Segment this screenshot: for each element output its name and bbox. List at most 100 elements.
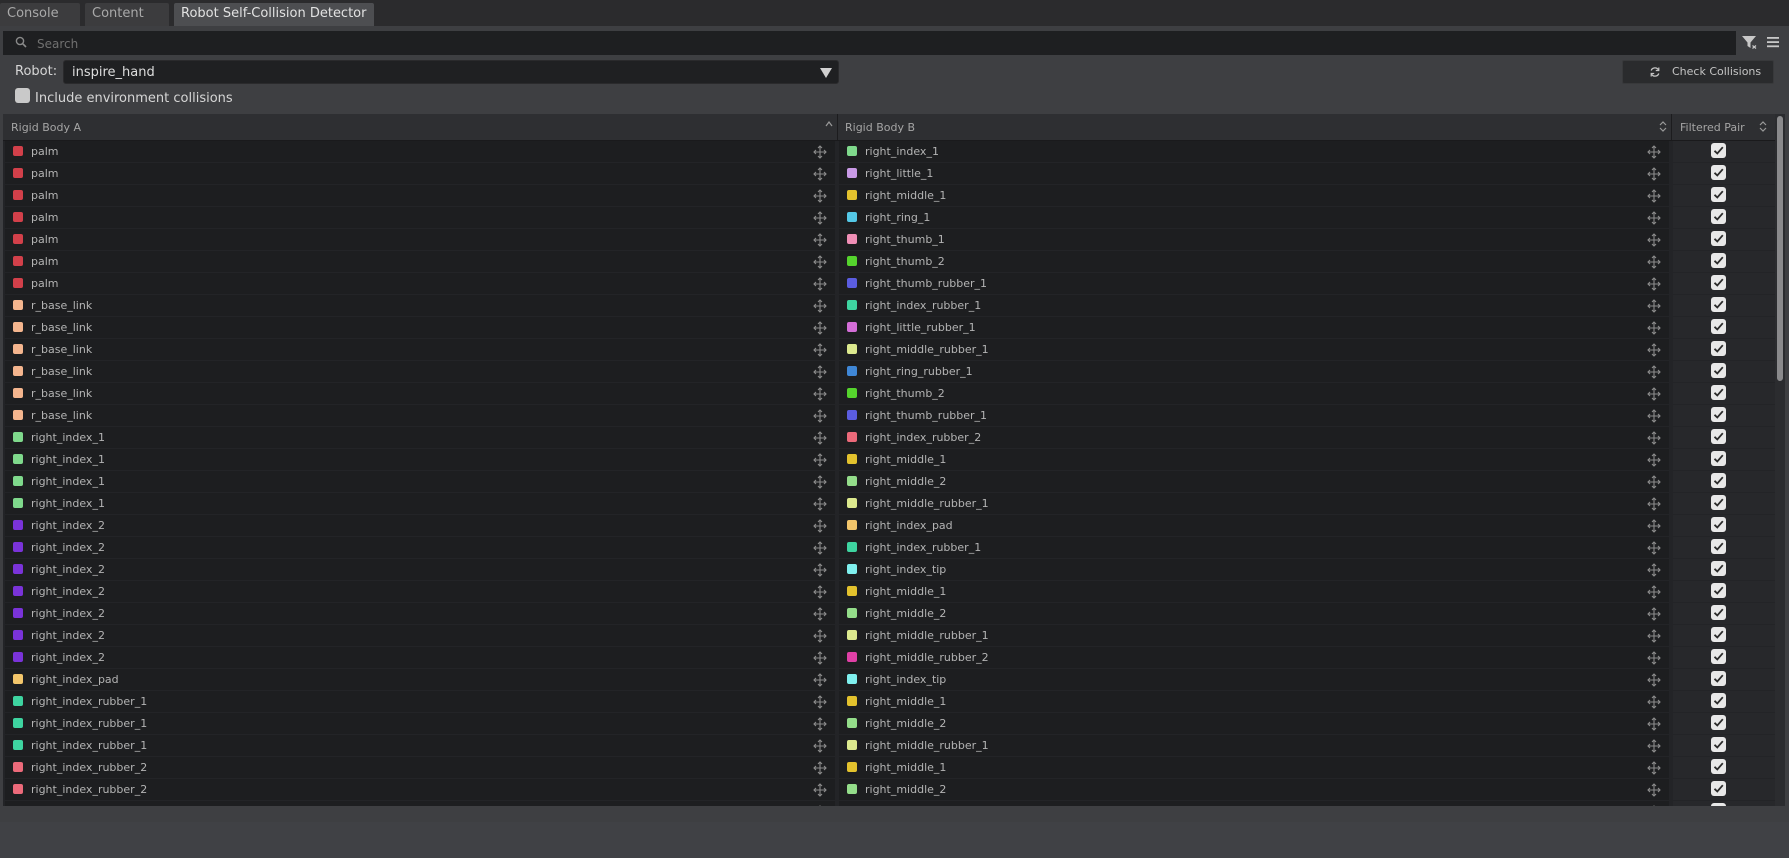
filtered-pair-checkbox[interactable] [1711, 231, 1726, 246]
move-icon[interactable] [813, 254, 827, 269]
rigid-body-b-cell[interactable]: right_index_rubber_1 [839, 295, 1669, 316]
rigid-body-a-cell[interactable]: right_index_1 [5, 449, 835, 470]
table-row[interactable]: palm right_thumb_2 [3, 251, 1775, 272]
table-row[interactable]: palm right_middle_1 [3, 185, 1775, 206]
filtered-pair-checkbox[interactable] [1711, 517, 1726, 532]
tab-robot-self-collision-detector[interactable]: Robot Self-Collision Detector [174, 3, 374, 26]
move-icon[interactable] [1647, 452, 1661, 467]
move-icon[interactable] [1647, 210, 1661, 225]
move-icon[interactable] [1647, 254, 1661, 269]
search-input[interactable] [35, 31, 1729, 57]
move-icon[interactable] [813, 694, 827, 709]
rigid-body-a-cell[interactable]: right_index_1 [5, 427, 835, 448]
filtered-pair-checkbox[interactable] [1711, 715, 1726, 730]
move-icon[interactable] [1647, 518, 1661, 533]
rigid-body-b-cell[interactable]: right_little_1 [839, 163, 1669, 184]
rigid-body-a-cell[interactable]: r_base_link [5, 295, 835, 316]
move-icon[interactable] [813, 650, 827, 665]
rigid-body-a-cell[interactable]: right_index_rubber_1 [5, 735, 835, 756]
rigid-body-b-cell[interactable]: right_thumb_rubber_1 [839, 273, 1669, 294]
table-row[interactable]: r_base_link right_middle_rubber_1 [3, 339, 1775, 360]
rigid-body-b-cell[interactable]: right_thumb_2 [839, 251, 1669, 272]
move-icon[interactable] [813, 298, 827, 313]
table-row[interactable]: right_index_1 right_index_rubber_2 [3, 427, 1775, 448]
rigid-body-a-cell[interactable]: right_index_2 [5, 603, 835, 624]
filtered-pair-checkbox[interactable] [1711, 341, 1726, 356]
scrollbar-thumb[interactable] [1777, 116, 1783, 381]
rigid-body-a-cell[interactable]: palm [5, 185, 835, 206]
move-icon[interactable] [813, 562, 827, 577]
rigid-body-b-cell[interactable]: right_middle_1 [839, 449, 1669, 470]
rigid-body-a-cell[interactable]: r_base_link [5, 339, 835, 360]
move-icon[interactable] [1647, 672, 1661, 687]
table-row[interactable]: right_index_rubber_1 right_middle_1 [3, 691, 1775, 712]
filtered-pair-checkbox[interactable] [1711, 297, 1726, 312]
sort-updown-icon[interactable] [1659, 120, 1667, 133]
sort-up-icon[interactable] [825, 120, 833, 133]
filtered-pair-checkbox[interactable] [1711, 561, 1726, 576]
filtered-pair-checkbox[interactable] [1711, 671, 1726, 686]
move-icon[interactable] [1647, 562, 1661, 577]
table-row[interactable]: right_index_rubber_2 right_middle_2 [3, 779, 1775, 800]
rigid-body-b-cell[interactable]: right_middle_2 [839, 713, 1669, 734]
move-icon[interactable] [1647, 342, 1661, 357]
move-icon[interactable] [813, 232, 827, 247]
move-icon[interactable] [813, 606, 827, 621]
filtered-pair-checkbox[interactable] [1711, 627, 1726, 642]
table-row[interactable]: right_index_rubber_1 right_middle_rubber_… [3, 735, 1775, 756]
move-icon[interactable] [1647, 320, 1661, 335]
filtered-pair-checkbox[interactable] [1711, 473, 1726, 488]
move-icon[interactable] [1647, 694, 1661, 709]
env-collisions-checkbox[interactable] [15, 88, 30, 103]
move-icon[interactable] [1647, 408, 1661, 423]
filtered-pair-checkbox[interactable] [1711, 803, 1726, 806]
move-icon[interactable] [1647, 188, 1661, 203]
move-icon[interactable] [813, 342, 827, 357]
move-icon[interactable] [1647, 430, 1661, 445]
rigid-body-a-cell[interactable]: right_index_2 [5, 537, 835, 558]
rigid-body-b-cell[interactable]: right_index_rubber_2 [839, 427, 1669, 448]
rigid-body-b-cell[interactable]: right_index_tip [839, 669, 1669, 690]
rigid-body-b-cell[interactable]: right_middle_1 [839, 581, 1669, 602]
rigid-body-b-cell[interactable]: right_index_rubber_1 [839, 537, 1669, 558]
move-icon[interactable] [813, 430, 827, 445]
table-row[interactable]: r_base_link right_thumb_rubber_1 [3, 405, 1775, 426]
table-row[interactable]: right_index_rubber_2 right_middle_1 [3, 757, 1775, 778]
rigid-body-a-cell[interactable]: r_base_link [5, 317, 835, 338]
table-row[interactable]: right_index_1 right_middle_rubber_1 [3, 493, 1775, 514]
rigid-body-b-cell[interactable]: right_middle_1 [839, 185, 1669, 206]
rigid-body-b-cell[interactable]: right_middle_1 [839, 757, 1669, 778]
move-icon[interactable] [813, 210, 827, 225]
rigid-body-a-cell[interactable]: right_index_1 [5, 493, 835, 514]
filtered-pair-checkbox[interactable] [1711, 209, 1726, 224]
column-divider[interactable] [1671, 114, 1672, 140]
table-row[interactable]: palm right_ring_1 [3, 207, 1775, 228]
rigid-body-b-cell[interactable]: right_middle_rubber_1 [839, 339, 1669, 360]
table-row[interactable]: palm right_thumb_1 [3, 229, 1775, 250]
rigid-body-b-cell[interactable]: right_little_rubber_1 [839, 317, 1669, 338]
tab-content[interactable]: Content [85, 3, 169, 26]
filter-icon[interactable] [1740, 33, 1758, 51]
rigid-body-b-cell[interactable]: right_index_1 [839, 141, 1669, 162]
rigid-body-b-cell[interactable]: right_thumb_2 [839, 383, 1669, 404]
tab-console[interactable]: Console [0, 3, 80, 26]
table-row[interactable]: right_index_2 right_index_rubber_1 [3, 537, 1775, 558]
table-row[interactable]: right_index_2 right_index_tip [3, 559, 1775, 580]
move-icon[interactable] [1647, 298, 1661, 313]
move-icon[interactable] [1647, 232, 1661, 247]
move-icon[interactable] [813, 452, 827, 467]
header-rigid-body-b[interactable]: Rigid Body B [845, 121, 915, 134]
filtered-pair-checkbox[interactable] [1711, 451, 1726, 466]
move-icon[interactable] [813, 782, 827, 797]
filtered-pair-checkbox[interactable] [1711, 275, 1726, 290]
move-icon[interactable] [813, 320, 827, 335]
header-filtered-pair[interactable]: Filtered Pair [1680, 121, 1745, 134]
table-row[interactable]: palm right_index_1 [3, 141, 1775, 162]
rigid-body-a-cell[interactable]: right_index_rubber_1 [5, 691, 835, 712]
filtered-pair-checkbox[interactable] [1711, 165, 1726, 180]
rigid-body-b-cell[interactable]: right_middle_2 [839, 603, 1669, 624]
rigid-body-a-cell[interactable]: palm [5, 141, 835, 162]
filtered-pair-checkbox[interactable] [1711, 363, 1726, 378]
rigid-body-a-cell[interactable]: palm [5, 207, 835, 228]
move-icon[interactable] [1647, 144, 1661, 159]
